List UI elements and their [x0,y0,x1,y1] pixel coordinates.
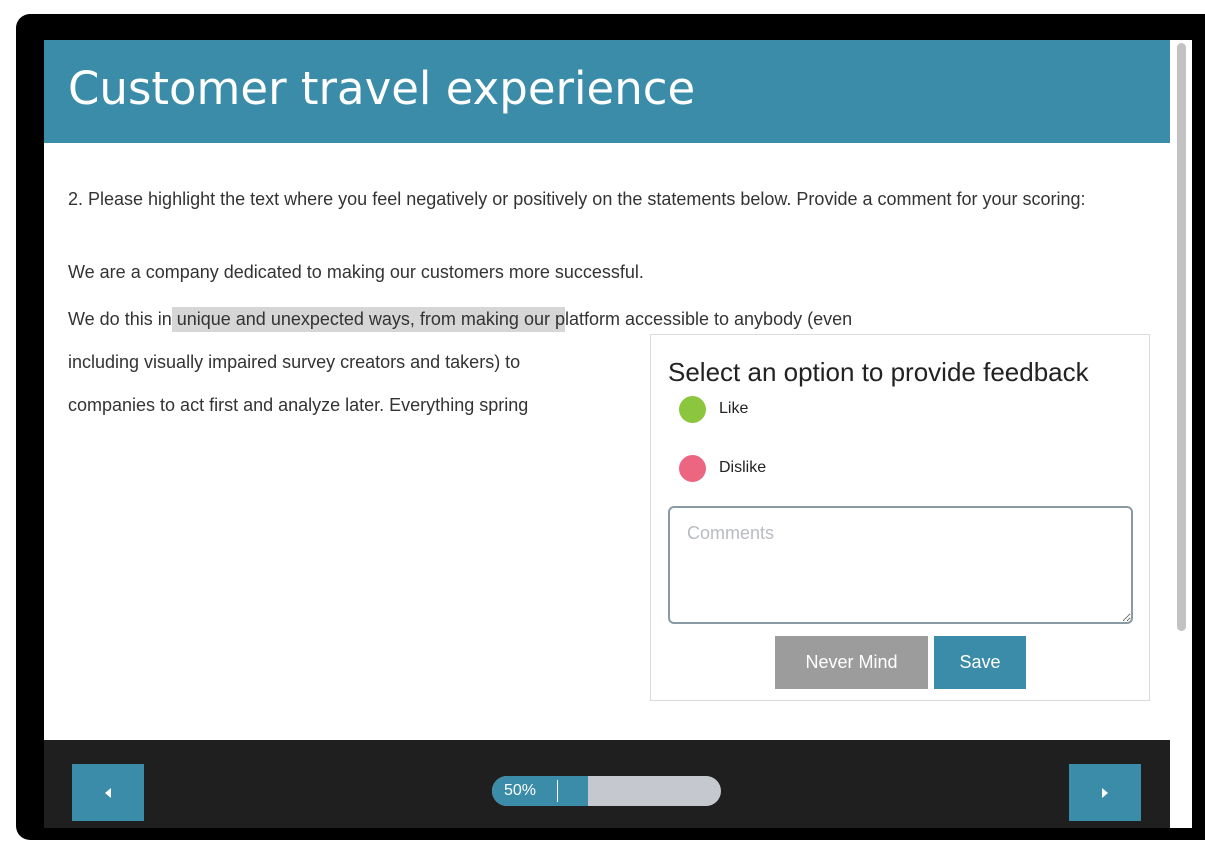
caret-right-icon [1102,787,1108,798]
next-page-button[interactable] [1069,764,1141,821]
dislike-dot-icon[interactable] [679,454,706,482]
dislike-label: Dislike [719,459,767,476]
statement-text: We do this in [68,309,172,329]
question-text: 2. Please highlight the text where you f… [68,189,1086,209]
caret-left-icon [105,787,111,798]
progress-bar: 50% [492,776,721,806]
previous-page-button[interactable] [72,764,144,821]
device-bottom-bezel [44,828,1194,840]
popup-title: Select an option to provide feedback [668,357,1089,387]
comments-field[interactable] [668,506,1133,624]
highlighted-selection[interactable]: unique and unexpected ways, from making … [171,307,565,332]
survey-header: Customer travel experience [44,40,1170,143]
scrollbar[interactable] [1170,40,1192,828]
dislike-option[interactable]: Dislike [679,454,766,482]
statement-text: including visually impaired survey creat… [68,352,521,372]
statement-text: companies to act first and analyze later… [68,395,529,415]
never-mind-button[interactable]: Never Mind [775,636,928,689]
statement-text: latform accessible to anybody (even [564,309,853,329]
scrollbar-thumb[interactable] [1177,43,1186,631]
progress-label: 50% [504,782,537,799]
statement-text: We are a company dedicated to making our… [68,262,644,282]
save-button[interactable]: Save [934,636,1026,689]
statement-line-1[interactable]: We are a company dedicated to making our… [68,258,1128,286]
feedback-popup: Select an option to provide feedback Lik… [650,334,1150,701]
statement-line-2[interactable]: We do this in unique and unexpected ways… [68,305,1128,333]
like-option[interactable]: Like [679,395,748,423]
like-dot-icon[interactable] [679,395,706,423]
survey-footer: 50% [44,740,1170,828]
progress-divider [557,780,558,802]
like-label: Like [719,400,749,417]
survey-title: Customer travel experience [68,62,696,115]
